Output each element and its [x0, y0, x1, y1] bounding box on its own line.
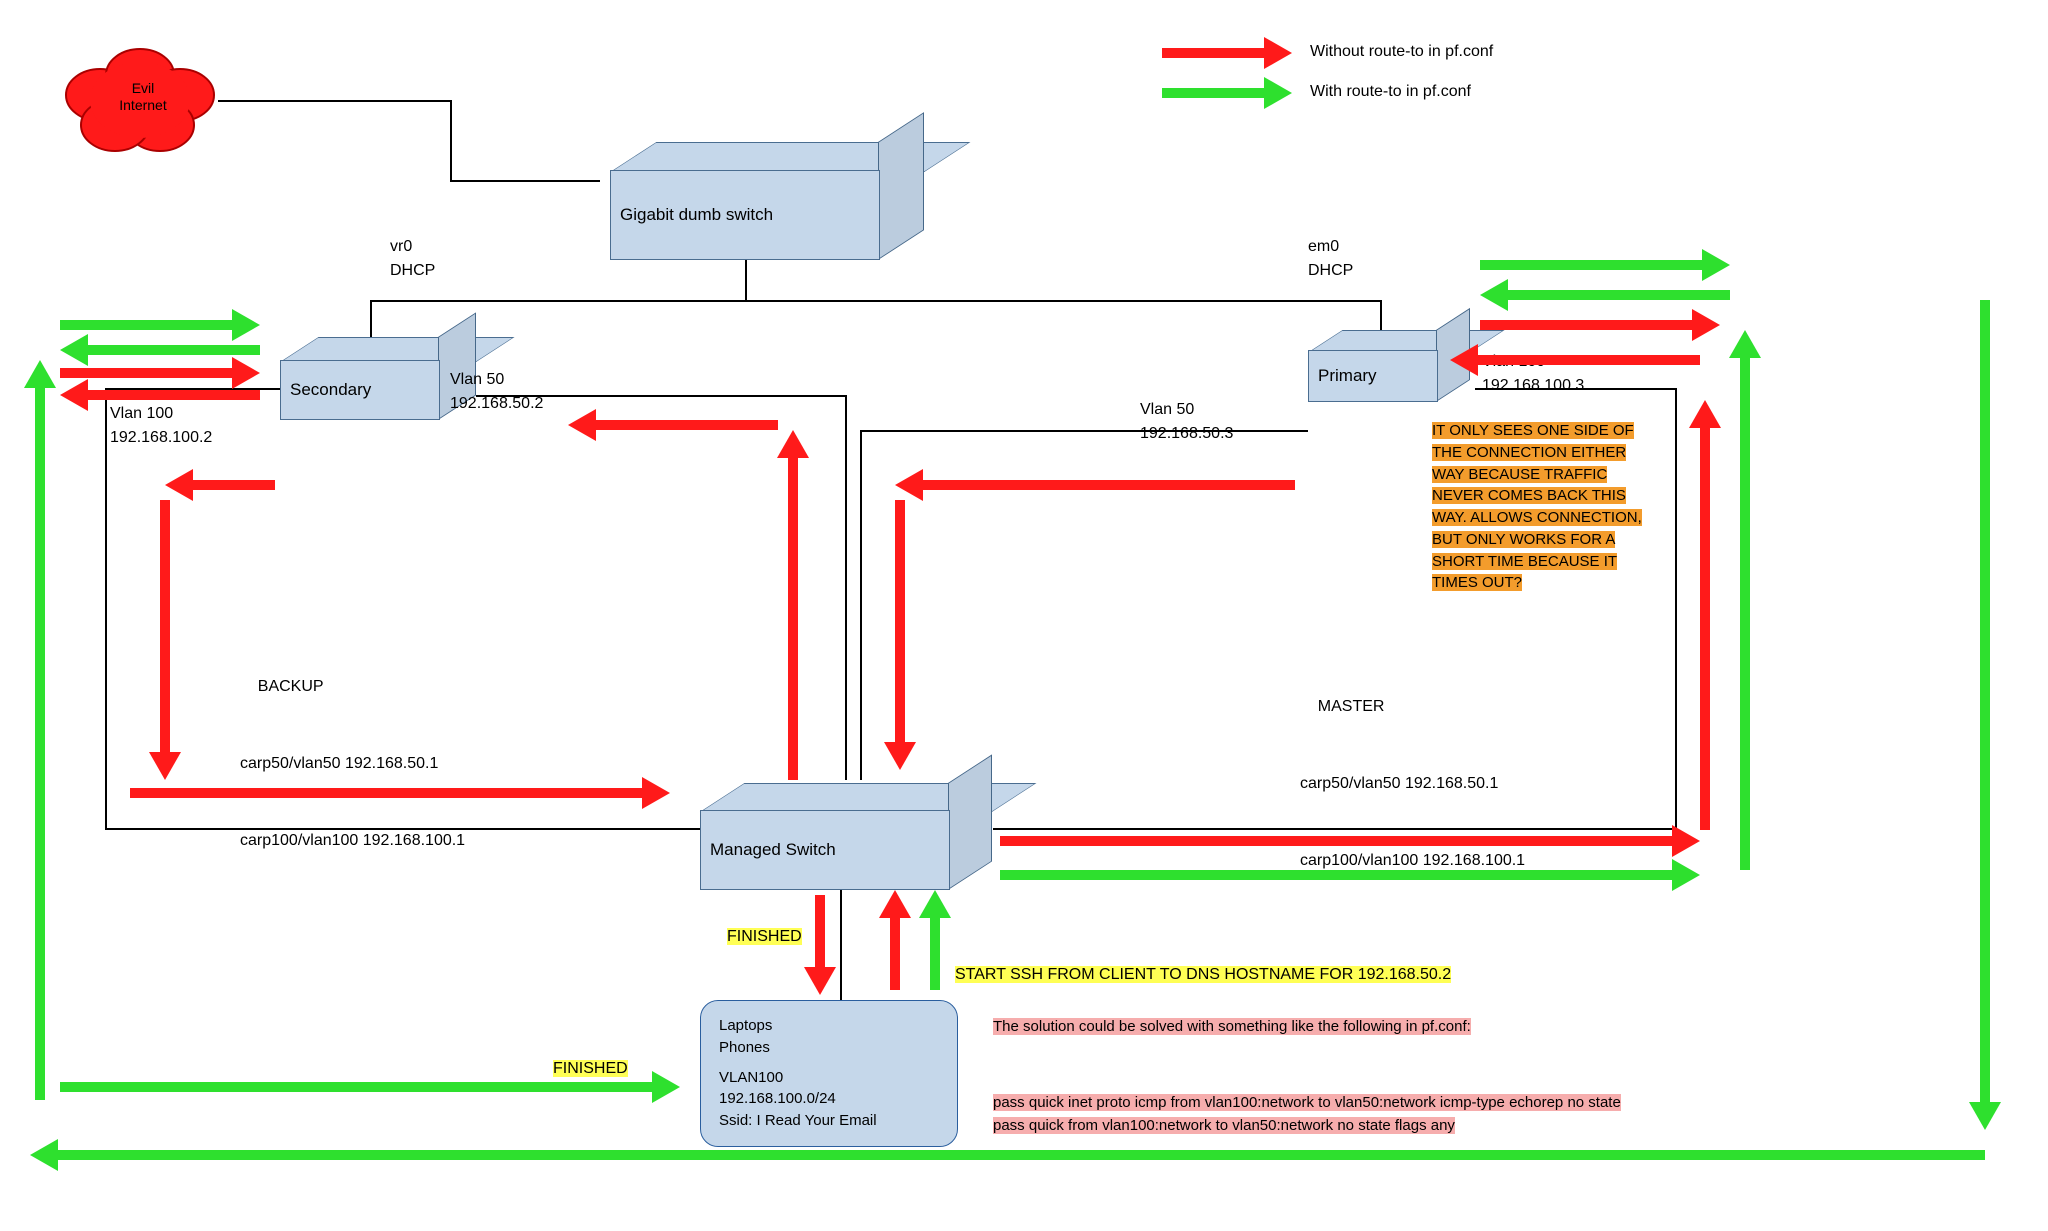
flow-red-sec-out: [165, 480, 275, 490]
legend-label-with: With route-to in pf.conf: [1310, 80, 1471, 104]
flow-green-down-farright: [1980, 300, 1990, 1130]
note-orange: IT ONLY SEES ONE SIDE OF THE CONNECTION …: [1432, 420, 1657, 594]
conn-sec50-b: [845, 395, 847, 780]
conn-managed-clients: [840, 890, 842, 1000]
iface-pri-vlan50: Vlan 50 192.168.50.3: [1140, 398, 1233, 446]
flow-red-right-top-in: [1450, 355, 1700, 365]
note-orange-text: IT ONLY SEES ONE SIDE OF THE CONNECTION …: [1432, 422, 1642, 591]
label-finished-1: FINISHED: [727, 928, 802, 946]
label-start-ssh-text: START SSH FROM CLIENT TO DNS HOSTNAME FO…: [955, 966, 1451, 983]
node-managed-switch-label: Managed Switch: [700, 810, 950, 890]
flow-red-right-out: [1000, 836, 1700, 846]
flow-green-up-clients: [930, 890, 940, 990]
conn-sec100-b: [105, 388, 107, 828]
conn-pri50-a: [860, 430, 862, 780]
clients-l4: 192.168.100.0/24: [719, 1088, 939, 1110]
clients-l1: Laptops: [719, 1015, 939, 1037]
iface-sec-vlan50: Vlan 50 192.168.50.2: [450, 368, 543, 416]
carp-master-title: MASTER: [1318, 698, 1385, 715]
flow-red-up-clients: [890, 890, 900, 990]
flow-green-up-right: [1740, 330, 1750, 870]
flow-red-right-to-managed: [130, 788, 670, 798]
solution-rule2: pass quick from vlan100:network to vlan5…: [993, 1117, 1455, 1134]
label-start-ssh: START SSH FROM CLIENT TO DNS HOSTNAME FO…: [955, 966, 1451, 984]
node-primary: Primary: [1308, 350, 1438, 402]
solution-rules: pass quick inet proto icmp from vlan100:…: [993, 1092, 1621, 1137]
node-dumb-switch-label: Gigabit dumb switch: [610, 170, 880, 260]
conn-pri100-a: [1475, 388, 1675, 390]
clients-l5: Ssid: I Read Your Email: [719, 1110, 939, 1132]
node-clients: Laptops Phones VLAN100 192.168.100.0/24 …: [700, 1000, 958, 1147]
label-finished-2: FINISHED: [553, 1060, 628, 1078]
cloud-label-l2: Internet: [119, 97, 166, 113]
cloud-label: Evil Internet: [108, 80, 178, 114]
flow-green-finished-right: [60, 1082, 680, 1092]
node-dumb-switch: Gigabit dumb switch: [610, 170, 880, 260]
flow-red-pri-to-managed: [895, 480, 1295, 490]
carp-master-l2: carp100/vlan100 192.168.100.1: [1300, 852, 1525, 869]
conn-dumb-span: [370, 300, 1380, 302]
flow-red-topleft-l: [60, 390, 260, 400]
flow-red-topleft-r: [60, 368, 260, 378]
node-primary-label: Primary: [1308, 350, 1438, 402]
legend-arrow-red: [1162, 48, 1292, 58]
solution-intro: The solution could be solved with someth…: [993, 1018, 1471, 1035]
label-finished-2-text: FINISHED: [553, 1060, 628, 1077]
conn-dumb-down: [745, 260, 747, 300]
flow-red-down-pri: [895, 500, 905, 770]
conn-cloud-switch-b: [450, 100, 452, 180]
clients-l2: Phones: [719, 1037, 939, 1059]
flow-red-left-to-sec: [568, 420, 778, 430]
flow-red-up-right: [1700, 400, 1710, 830]
flow-red-up-inner-left: [788, 430, 798, 780]
carp-backup-title: BACKUP: [258, 678, 324, 695]
conn-cloud-switch-a: [218, 100, 450, 102]
clients-l3: VLAN100: [719, 1067, 939, 1089]
node-secondary-label: Secondary: [280, 360, 440, 420]
flow-green-topleft-r: [60, 320, 260, 330]
conn-pri100-b: [1675, 388, 1677, 828]
node-managed-switch: Managed Switch: [700, 810, 950, 890]
carp-backup-l2: carp100/vlan100 192.168.100.1: [240, 832, 465, 849]
iface-em0: em0 DHCP: [1308, 235, 1353, 283]
carp-backup-l1: carp50/vlan50 192.168.50.1: [240, 755, 438, 772]
flow-green-up-farleft: [35, 360, 45, 1100]
flow-red-down-left: [160, 500, 170, 780]
iface-vr0: vr0 DHCP: [390, 235, 435, 283]
flow-green-bottom-long: [30, 1150, 1985, 1160]
carp-master-l1: carp50/vlan50 192.168.50.1: [1300, 775, 1498, 792]
cloud-label-l1: Evil: [132, 80, 155, 96]
carp-backup: BACKUP carp50/vlan50 192.168.50.1 carp10…: [240, 630, 465, 860]
solution-intro-text: The solution could be solved with someth…: [993, 1018, 1471, 1035]
legend-arrow-green: [1162, 88, 1292, 98]
conn-cloud-switch-c: [450, 180, 600, 182]
flow-red-down-clients: [815, 895, 825, 995]
solution-rule1: pass quick inet proto icmp from vlan100:…: [993, 1094, 1621, 1111]
iface-sec-vlan100: Vlan 100 192.168.100.2: [110, 402, 212, 450]
node-secondary: Secondary: [280, 360, 440, 420]
flow-red-topright-r: [1480, 320, 1720, 330]
label-finished-1-text: FINISHED: [727, 928, 802, 945]
conn-sec50-a: [476, 395, 846, 397]
flow-green-right-out: [1000, 870, 1700, 880]
conn-sec100-c: [105, 828, 700, 830]
flow-green-topright-l: [1480, 290, 1730, 300]
conn-pri100-c: [993, 828, 1675, 830]
flow-green-topleft-l: [60, 345, 260, 355]
conn-pri50-b: [860, 430, 1308, 432]
legend-label-without: Without route-to in pf.conf: [1310, 40, 1493, 64]
flow-green-topright-r: [1480, 260, 1730, 270]
